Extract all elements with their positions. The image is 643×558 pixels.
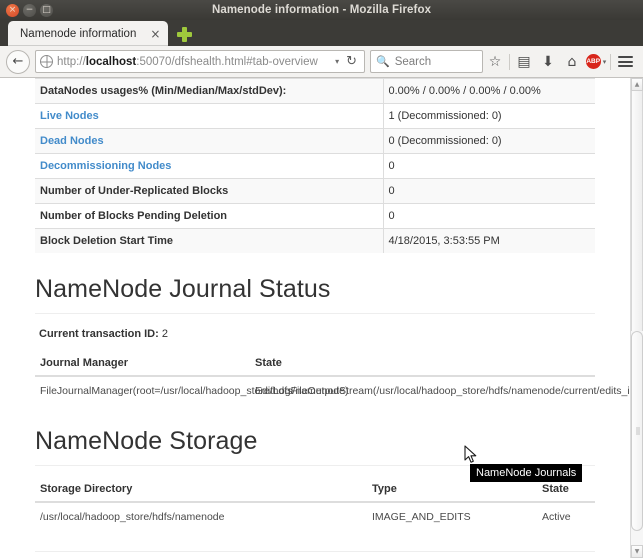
page-footer: Hadoop, 2014. Legacy UI	[35, 551, 595, 558]
scrollbar-track[interactable]	[631, 91, 643, 331]
reader-view-icon[interactable]: ▤	[512, 50, 536, 74]
maximize-icon: □	[42, 4, 51, 15]
minimize-icon: −	[25, 4, 34, 15]
table-row: Decommissioning Nodes 0	[35, 153, 595, 179]
link-decommissioning-nodes[interactable]: Decommissioning Nodes	[40, 160, 171, 172]
hamburger-menu-button[interactable]	[613, 50, 637, 74]
current-transaction-id-label: Current transaction ID:	[39, 328, 159, 340]
journal-state-cell: EditLogFileOutputStream(/usr/local/hadoo…	[250, 375, 630, 406]
journal-status-heading: NameNode Journal Status	[35, 275, 595, 314]
close-icon: ×	[8, 4, 17, 15]
journal-manager-cell: FileJournalManager(root=/usr/local/hadoo…	[35, 375, 348, 406]
page-content: DataNodes usages% (Min/Median/Max/stdDev…	[0, 78, 630, 558]
column-header: State	[250, 351, 595, 377]
back-arrow-icon: ←	[12, 54, 24, 69]
table-row: Number of Under-Replicated Blocks 0	[35, 178, 595, 204]
chevron-down-icon: ▾	[602, 57, 607, 66]
window-controls: × − □	[0, 3, 53, 17]
search-input[interactable]: 🔍 Search	[370, 50, 483, 73]
url-text: http://localhost:50070/dfshealth.html#ta…	[57, 56, 331, 68]
tab-namenode-information[interactable]: Namenode information ×	[8, 21, 169, 46]
storage-heading: NameNode Storage	[35, 427, 595, 467]
journal-table-header-row: Journal Manager State	[35, 351, 595, 377]
overview-value-cell: 0	[383, 203, 595, 229]
page-scrollbar[interactable]: ▲ ▼	[630, 78, 643, 558]
table-row: Live Nodes 1 (Decommissioned: 0)	[35, 103, 595, 129]
new-tab-plus-icon[interactable]	[177, 27, 193, 42]
column-header: Storage Directory	[35, 477, 367, 504]
storage-state-cell: Active	[537, 501, 595, 532]
url-protocol: http://	[57, 55, 86, 68]
window-close-button[interactable]: ×	[6, 3, 19, 17]
browser-window: × − □ Namenode information - Mozilla Fir…	[0, 0, 643, 558]
current-transaction-id-value: 2	[161, 328, 168, 340]
search-icon: 🔍	[376, 55, 390, 68]
search-placeholder: Search	[394, 55, 432, 68]
table-row: Dead Nodes 0 (Decommissioned: 0)	[35, 128, 595, 154]
tooltip: NameNode Journals	[470, 464, 583, 482]
link-live-nodes[interactable]: Live Nodes	[40, 110, 99, 122]
overview-value-cell: 0 (Decommissioned: 0)	[383, 128, 595, 154]
overview-key-cell: DataNodes usages% (Min/Median/Max/stdDev…	[35, 78, 384, 104]
title-bar: × − □ Namenode information - Mozilla Fir…	[0, 0, 643, 20]
overview-key-link-cell: Dead Nodes	[35, 128, 384, 154]
bookmark-star-icon[interactable]: ☆	[483, 50, 507, 74]
journal-table: Journal Manager State FileJournalManager(…	[35, 351, 630, 406]
url-path: :50070/dfshealth.html#tab-overview	[136, 55, 318, 68]
current-transaction-id: Current transaction ID: 2	[39, 328, 595, 340]
overview-value-cell: 1 (Decommissioned: 0)	[383, 103, 595, 129]
column-header: Journal Manager	[35, 351, 250, 377]
page-viewport: DataNodes usages% (Min/Median/Max/stdDev…	[0, 78, 643, 558]
table-row: Number of Blocks Pending Deletion 0	[35, 203, 595, 229]
overview-key-link-cell: Decommissioning Nodes	[35, 153, 384, 179]
tab-strip: Namenode information ×	[0, 20, 643, 46]
hamburger-menu-icon	[617, 56, 633, 67]
overview-value-cell: 0	[383, 178, 595, 204]
overview-table: DataNodes usages% (Min/Median/Max/stdDev…	[35, 78, 595, 253]
chevron-down-icon[interactable]: ▾	[335, 57, 339, 66]
storage-type-cell: IMAGE_AND_EDITS	[367, 501, 537, 532]
toolbar-divider	[610, 53, 611, 70]
table-row: Block Deletion Start Time 4/18/2015, 3:53…	[35, 228, 595, 253]
overview-value-cell: 0.00% / 0.00% / 0.00% / 0.00%	[383, 78, 595, 104]
window-title: Namenode information - Mozilla Firefox	[211, 4, 432, 16]
scrollbar-up-button[interactable]: ▲	[631, 78, 643, 91]
adblock-plus-icon[interactable]: ABP ▾	[584, 50, 608, 74]
window-maximize-button[interactable]: □	[40, 3, 53, 17]
toolbar-divider	[509, 53, 510, 70]
window-minimize-button[interactable]: −	[23, 3, 36, 17]
link-dead-nodes[interactable]: Dead Nodes	[40, 135, 104, 147]
overview-key-cell: Number of Blocks Pending Deletion	[35, 203, 384, 229]
tab-close-icon[interactable]: ×	[150, 28, 160, 40]
scrollbar-thumb[interactable]	[631, 331, 643, 531]
url-host: localhost	[85, 55, 137, 68]
scrollbar-grip	[636, 427, 640, 435]
table-row: /usr/local/hadoop_store/hdfs/namenode IMA…	[35, 501, 595, 532]
overview-key-cell: Number of Under-Replicated Blocks	[35, 178, 384, 204]
overview-key-link-cell: Live Nodes	[35, 103, 384, 129]
adblock-badge: ABP	[585, 54, 601, 69]
storage-directory-cell: /usr/local/hadoop_store/hdfs/namenode	[35, 501, 367, 532]
address-bar[interactable]: http://localhost:50070/dfshealth.html#ta…	[35, 50, 365, 73]
overview-key-cell: Block Deletion Start Time	[35, 228, 384, 253]
overview-value-cell: 0	[383, 153, 595, 179]
overview-value-cell: 4/18/2015, 3:53:55 PM	[383, 228, 595, 253]
table-row: FileJournalManager(root=/usr/local/hadoo…	[35, 375, 630, 406]
back-button[interactable]: ←	[6, 49, 30, 74]
tab-label: Namenode information	[20, 27, 137, 40]
home-icon[interactable]: ⌂	[560, 50, 584, 74]
scrollbar-down-button[interactable]: ▼	[631, 545, 643, 558]
downloads-icon[interactable]: ⬇	[536, 50, 560, 74]
navigation-toolbar: ← http://localhost:50070/dfshealth.html#…	[0, 46, 643, 78]
reload-icon[interactable]: ↻	[343, 54, 360, 69]
globe-icon	[40, 55, 53, 68]
table-row: DataNodes usages% (Min/Median/Max/stdDev…	[35, 78, 595, 104]
storage-table: Storage Directory Type State /usr/local/ha…	[35, 477, 595, 532]
